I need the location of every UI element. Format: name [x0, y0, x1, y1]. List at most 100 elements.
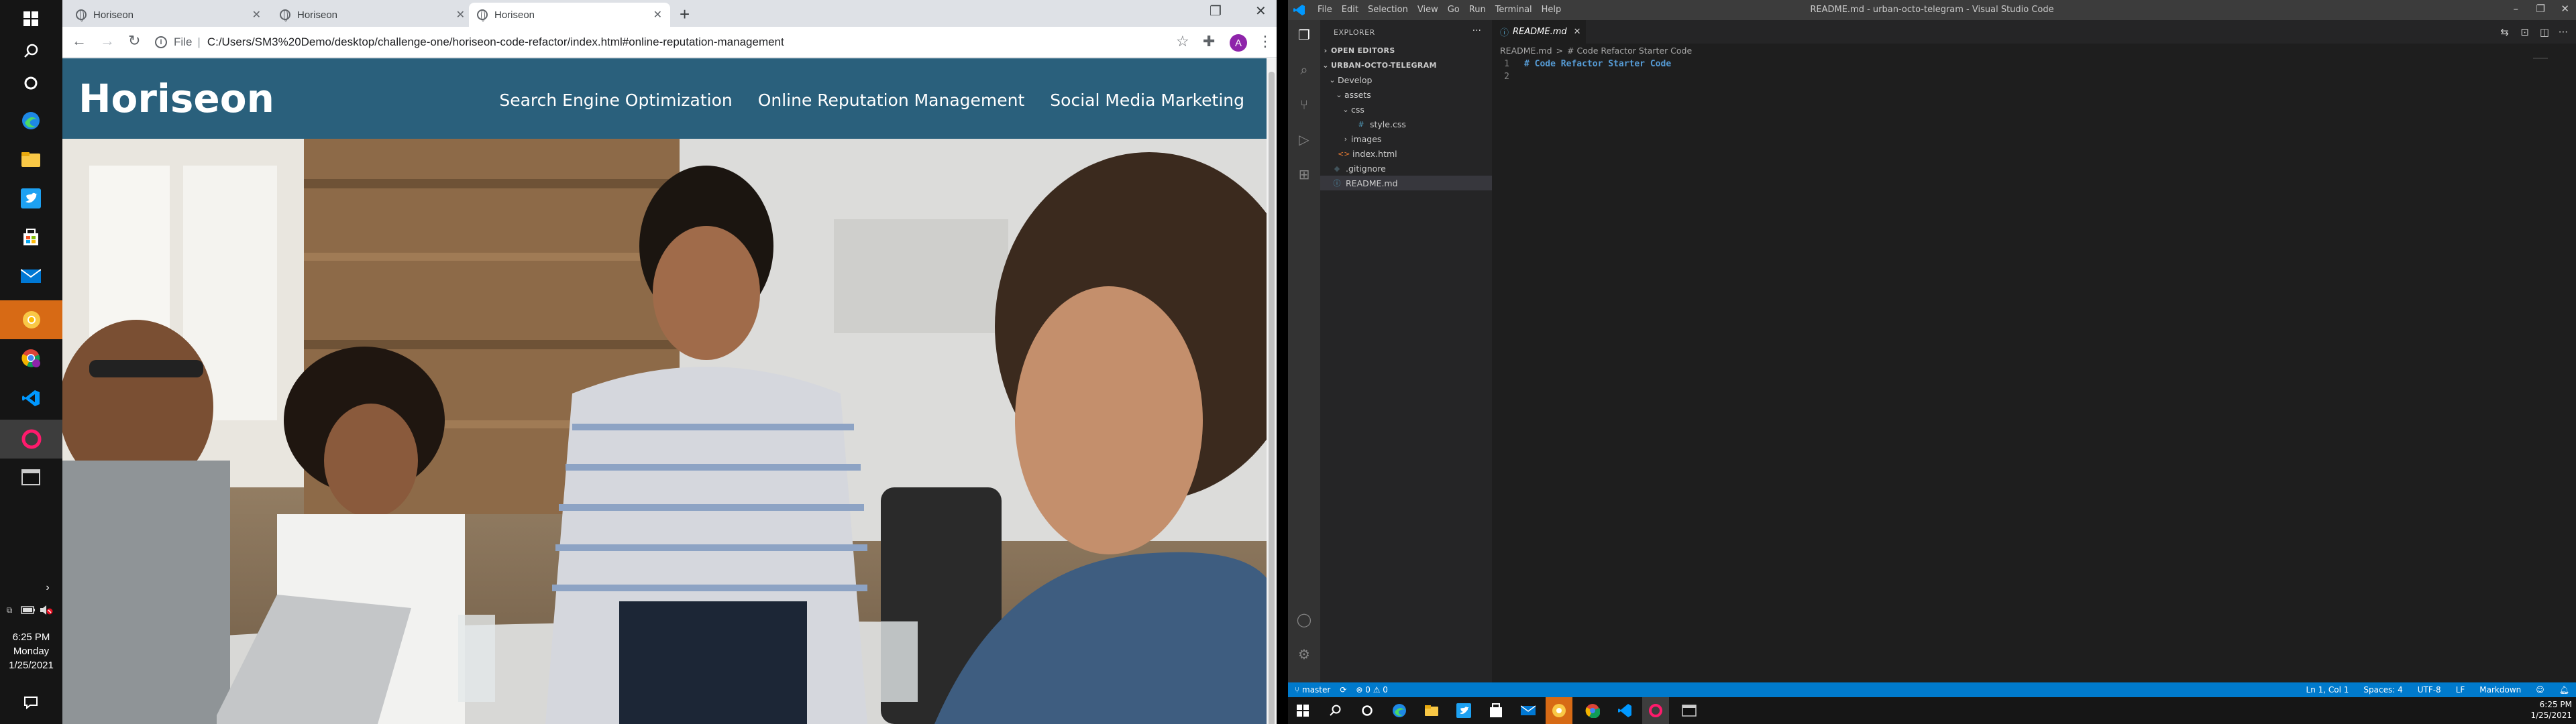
nav-link-online-reputation[interactable]: Online Reputation Management — [758, 90, 1025, 110]
search-icon[interactable]: ⌕ — [1296, 62, 1312, 78]
forward-arrow-icon[interactable]: → — [100, 32, 115, 50]
code-editor[interactable]: 1 # Code Refactor Starter Code 2 — [1492, 59, 2576, 84]
windows-start-icon[interactable] — [1293, 701, 1312, 720]
chrome-canary-icon[interactable] — [1546, 697, 1572, 724]
branch-indicator[interactable]: ⑂ master — [1295, 685, 1330, 695]
run-debug-icon[interactable]: ▷ — [1296, 131, 1312, 147]
search-icon[interactable] — [1326, 701, 1344, 720]
search-icon[interactable] — [16, 36, 46, 66]
close-icon[interactable]: ✕ — [653, 8, 662, 21]
edge-browser-icon[interactable] — [16, 106, 46, 135]
browser-tab-3-active[interactable]: Horiseon ✕ — [469, 3, 670, 27]
info-icon[interactable]: i — [155, 36, 167, 48]
scrollbar-thumb[interactable] — [1269, 72, 1275, 724]
minimap[interactable] — [2533, 58, 2548, 59]
tree-item-images[interactable]: › images — [1320, 131, 1492, 146]
breadcrumb-item[interactable]: # Code Refactor Starter Code — [1567, 46, 1692, 56]
close-window-icon[interactable]: ✕ — [2561, 3, 2569, 15]
file-explorer-icon[interactable] — [1422, 701, 1441, 720]
notifications-bell-icon[interactable]: 🔔︎ — [2559, 685, 2569, 695]
battery-icon[interactable] — [20, 603, 36, 617]
tree-item-develop[interactable]: ⌄ Develop — [1320, 72, 1492, 87]
profile-avatar[interactable]: A — [1230, 34, 1247, 52]
tree-item-index-html[interactable]: <> index.html — [1320, 146, 1492, 161]
mail-icon[interactable] — [16, 261, 46, 291]
mail-icon[interactable] — [1519, 701, 1538, 720]
opera-gx-icon[interactable] — [0, 420, 62, 459]
reload-icon[interactable]: ↻ — [128, 32, 140, 50]
tree-item-assets[interactable]: ⌄ assets — [1320, 87, 1492, 102]
preview-icon[interactable]: ⊡ — [2520, 26, 2529, 38]
vscode-icon[interactable] — [16, 383, 46, 413]
file-explorer-icon[interactable] — [16, 145, 46, 174]
browser-tab-1[interactable]: Horiseon ✕ — [68, 3, 269, 27]
twitter-icon[interactable] — [16, 184, 46, 213]
info-file-icon: ⓘ — [1333, 179, 1341, 188]
store-icon[interactable] — [16, 223, 46, 252]
cortana-icon[interactable] — [1358, 701, 1377, 720]
chrome-icon[interactable] — [1583, 701, 1602, 720]
breadcrumb-item[interactable]: README.md — [1500, 46, 1552, 56]
account-icon[interactable]: ◯ — [1296, 611, 1312, 627]
minimize-icon[interactable]: – — [2514, 3, 2519, 15]
twitter-icon[interactable] — [1454, 701, 1473, 720]
terminal-icon[interactable] — [1680, 701, 1699, 720]
bookmark-star-icon[interactable]: ☆ — [1176, 33, 1189, 50]
taskbar-clock[interactable]: 6:25 PM 1/25/2021 — [2530, 699, 2572, 721]
workspace-section[interactable]: ⌄ URBAN-OCTO-TELEGRAM — [1320, 58, 1492, 72]
end-of-line[interactable]: LF — [2456, 685, 2465, 695]
more-actions-icon[interactable]: ··· — [2559, 26, 2568, 38]
explorer-files-icon[interactable]: ❐ — [1296, 27, 1312, 43]
close-window-icon[interactable]: ✕ — [1255, 3, 1267, 19]
back-arrow-icon[interactable]: ← — [72, 32, 87, 50]
site-logo[interactable]: Horiseon — [78, 76, 274, 121]
encoding[interactable]: UTF-8 — [2418, 685, 2441, 695]
close-icon[interactable]: ✕ — [252, 8, 261, 21]
volume-muted-icon[interactable] — [39, 603, 54, 617]
indentation[interactable]: Spaces: 4 — [2363, 685, 2402, 695]
nav-link-social-media[interactable]: Social Media Marketing — [1050, 90, 1244, 110]
language-mode[interactable]: Markdown — [2479, 685, 2521, 695]
browser-tab-2[interactable]: Horiseon ✕ — [272, 3, 473, 27]
address-bar[interactable]: i File | C:/Users/SM3%20Demo/desktop/cha… — [155, 32, 1228, 53]
cursor-position[interactable]: Ln 1, Col 1 — [2306, 685, 2349, 695]
problems-indicator[interactable]: ⊗ 0 ⚠ 0 — [1356, 685, 1388, 695]
vscode-icon[interactable] — [1615, 701, 1634, 720]
more-actions-icon[interactable]: ··· — [1472, 25, 1481, 36]
action-center-icon[interactable] — [16, 688, 46, 717]
chrome-icon[interactable] — [16, 343, 46, 373]
chrome-canary-icon[interactable] — [0, 300, 62, 339]
source-control-icon[interactable]: ⑂ — [1296, 97, 1312, 113]
settings-gear-icon[interactable]: ⚙ — [1296, 646, 1312, 662]
tree-item-css[interactable]: ⌄ css — [1320, 102, 1492, 117]
store-icon[interactable] — [1487, 701, 1505, 720]
open-changes-icon[interactable]: ⇆ — [2500, 26, 2509, 38]
new-tab-button[interactable]: + — [680, 4, 690, 25]
page-scrollbar[interactable] — [1267, 58, 1277, 724]
open-editors-section[interactable]: › OPEN EDITORS — [1320, 43, 1492, 58]
close-icon[interactable]: ✕ — [1574, 27, 1581, 37]
restore-window-icon[interactable]: ❐ — [2536, 3, 2545, 15]
nav-link-seo[interactable]: Search Engine Optimization — [499, 90, 732, 110]
editor-tab-readme[interactable]: ⓘ README.md ✕ — [1492, 20, 1586, 44]
opera-gx-icon[interactable] — [1642, 697, 1669, 724]
taskbar-clock[interactable]: 6:25 PM Monday 1/25/2021 — [0, 630, 62, 672]
html-file-icon: <> — [1338, 149, 1350, 158]
system-tray-icon[interactable]: ⧉ — [3, 603, 16, 617]
chevron-right-icon[interactable]: › — [40, 581, 55, 595]
edge-browser-icon[interactable] — [1390, 701, 1409, 720]
extensions-puzzle-icon[interactable]: ✚ — [1203, 33, 1215, 50]
cortana-icon[interactable] — [16, 68, 46, 98]
windows-start-icon[interactable] — [16, 4, 46, 34]
close-icon[interactable]: ✕ — [456, 8, 465, 21]
extensions-icon[interactable]: ⊞ — [1296, 166, 1312, 182]
terminal-icon[interactable] — [16, 463, 46, 492]
tree-item-readme-md[interactable]: ⓘ README.md — [1320, 176, 1492, 190]
tree-item-style-css[interactable]: # style.css — [1320, 117, 1492, 131]
sync-icon[interactable]: ⟳ — [1340, 685, 1346, 695]
feedback-icon[interactable]: ☺ — [2536, 685, 2544, 695]
restore-window-icon[interactable]: ❐ — [1210, 3, 1222, 19]
more-menu-icon[interactable]: ⋮ — [1258, 33, 1273, 50]
tree-item-gitignore[interactable]: ◆ .gitignore — [1320, 161, 1492, 176]
split-editor-icon[interactable]: ◫ — [2540, 26, 2549, 38]
